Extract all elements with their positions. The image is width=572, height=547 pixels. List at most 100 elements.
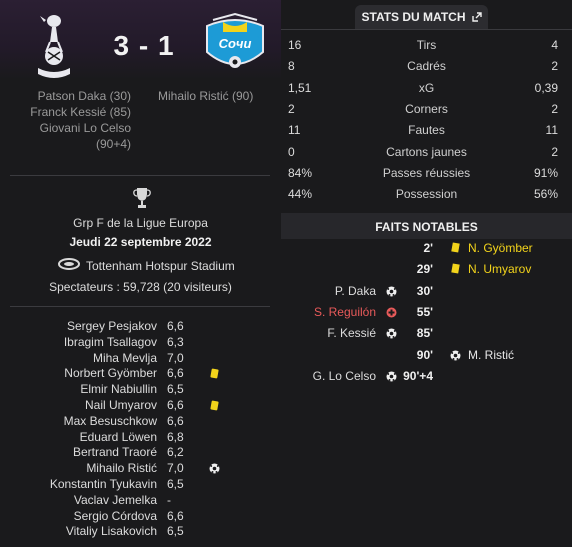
player-name[interactable]: Sergio Córdova — [74, 509, 157, 523]
tab-match-stats-label: STATS DU MATCH — [361, 10, 466, 24]
competition-name: Grp F de la Ligue Europa — [73, 216, 208, 230]
divider — [10, 175, 270, 176]
stat-away-value: 0,39 — [534, 80, 558, 95]
player-rating: 6,6 — [167, 508, 184, 523]
stadium-icon — [58, 258, 80, 270]
stat-label: xG — [418, 80, 435, 95]
event-away-player[interactable]: N. Umyarov — [468, 262, 531, 276]
stat-label: Corners — [405, 101, 448, 116]
goal-ball-icon — [450, 350, 461, 360]
home-scorer: (90+4) — [95, 137, 131, 151]
goal-ball-icon — [386, 328, 397, 339]
stat-away-value: 2 — [551, 144, 558, 159]
player-rating: 6,2 — [167, 445, 184, 460]
player-name[interactable]: Bertrand Traoré — [73, 445, 157, 459]
attendance: Spectateurs : 59,728 (20 visiteurs) — [49, 280, 232, 294]
yellow-card-icon — [210, 400, 219, 411]
player-name[interactable]: Mihailo Ristić — [86, 461, 157, 475]
stat-row: 84% Passes réussies 91% — [281, 166, 572, 187]
goal-ball-icon — [209, 463, 220, 474]
stat-away-value: 2 — [551, 101, 558, 116]
away-scorer: Mihailo Ristić (90) — [158, 89, 254, 103]
stat-away-value: 11 — [545, 123, 558, 138]
event-minute: 30' — [416, 283, 433, 298]
events-header: FAITS NOTABLES — [281, 213, 572, 239]
stat-label: Cartons jaunes — [386, 144, 467, 159]
player-rating: - — [167, 492, 171, 507]
yellow-card-icon — [210, 368, 219, 379]
stat-row: 8 Cadrés 2 — [281, 59, 572, 80]
player-name[interactable]: Max Besuschkow — [64, 414, 157, 428]
svg-text:Coчи: Coчи — [219, 36, 252, 51]
external-link-icon[interactable] — [471, 12, 482, 22]
injury-icon — [386, 307, 397, 318]
match-summary-panel: 3 - 1 Coчи Patson Daka (30) Franck Kessi… — [0, 0, 281, 547]
stat-row: 1,51 xG 0,39 — [281, 81, 572, 102]
event-minute: 2' — [423, 241, 433, 255]
stat-label: Fautes — [408, 123, 445, 138]
stat-row: 11 Fautes 11 — [281, 123, 572, 144]
player-name[interactable]: Ibragim Tsallagov — [64, 335, 157, 349]
match-score: 3 - 1 — [113, 30, 175, 61]
tab-underline — [281, 29, 572, 30]
player-name[interactable]: Konstantin Tyukavin — [50, 477, 157, 491]
yellow-card-icon — [451, 242, 460, 253]
tab-match-stats[interactable]: STATS DU MATCH — [355, 5, 488, 29]
event-home-player[interactable]: S. Reguilón — [314, 305, 376, 319]
player-rating: 6,6 — [167, 366, 184, 381]
stat-away-value: 4 — [551, 38, 558, 52]
player-name[interactable]: Vaclav Jemelka — [74, 493, 157, 507]
stat-label: Tirs — [416, 38, 437, 52]
player-name[interactable]: Norbert Gyömber — [64, 366, 157, 380]
player-rating: 7,0 — [167, 350, 184, 365]
event-minute: 90' — [416, 347, 433, 362]
event-minute: 29' — [416, 262, 433, 277]
home-scorer: Giovani Lo Celso — [39, 121, 131, 135]
stat-away-value: 2 — [551, 59, 558, 74]
stat-away-value: 91% — [533, 165, 558, 180]
player-rating: 6,6 — [167, 319, 184, 333]
event-away-player[interactable]: M. Ristić — [468, 348, 514, 362]
event-home-player[interactable]: F. Kessié — [327, 326, 376, 340]
event-minute: 90'+4 — [403, 368, 433, 383]
player-rating: 6,5 — [167, 382, 184, 397]
player-rating: 6,6 — [167, 413, 184, 428]
event-minute: 55' — [416, 304, 433, 319]
stats-panel: STATS DU MATCH 16 Tirs 4 8 Cadrés 2 1,51 xG 0,39… — [281, 0, 572, 547]
player-name[interactable]: Eduard Löwen — [80, 430, 157, 444]
player-rating: 6,3 — [167, 334, 184, 349]
player-rating: 6,5 — [167, 477, 184, 491]
player-name[interactable]: Miha Mevlja — [93, 351, 157, 365]
player-rating: 6,6 — [167, 398, 184, 412]
stat-away-value: 56% — [533, 187, 558, 202]
divider — [10, 306, 270, 307]
player-name[interactable]: Vitaliy Lisakovich — [66, 524, 157, 538]
goal-ball-icon — [386, 286, 397, 297]
player-rating: 7,0 — [167, 461, 184, 476]
event-away-player[interactable]: N. Gyömber — [468, 241, 533, 255]
europa-league-trophy-icon — [133, 188, 151, 208]
goal-ball-icon — [386, 371, 397, 382]
stat-row: 16 Tirs 4 — [281, 38, 572, 59]
yellow-card-icon — [451, 263, 460, 274]
match-date: Jeudi 22 septembre 2022 — [69, 235, 212, 249]
player-name[interactable]: Nail Umyarov — [85, 398, 157, 412]
stat-row: 2 Corners 2 — [281, 102, 572, 123]
player-name[interactable]: Elmir Nabiullin — [80, 382, 157, 396]
stat-row: 0 Cartons jaunes 2 — [281, 145, 572, 166]
event-minute: 85' — [416, 326, 433, 341]
player-rating: 6,8 — [167, 429, 184, 444]
event-home-player[interactable]: P. Daka — [335, 284, 376, 298]
stat-row: 44% Possession 56% — [281, 187, 572, 208]
sochi-crest[interactable]: Coчи — [203, 12, 267, 78]
event-home-player[interactable]: G. Lo Celso — [313, 369, 376, 383]
tottenham-crest[interactable] — [34, 12, 74, 80]
home-scorer: Patson Daka (30) — [37, 89, 131, 103]
stat-label: Cadrés — [407, 59, 446, 74]
home-scorer: Franck Kessié (85) — [30, 105, 131, 119]
stadium-name[interactable]: Tottenham Hotspur Stadium — [86, 259, 235, 273]
stat-label: Passes réussies — [382, 165, 471, 180]
player-rating: 6,5 — [167, 524, 184, 539]
stat-label: Possession — [395, 187, 458, 202]
player-name[interactable]: Sergey Pesjakov — [67, 319, 157, 333]
